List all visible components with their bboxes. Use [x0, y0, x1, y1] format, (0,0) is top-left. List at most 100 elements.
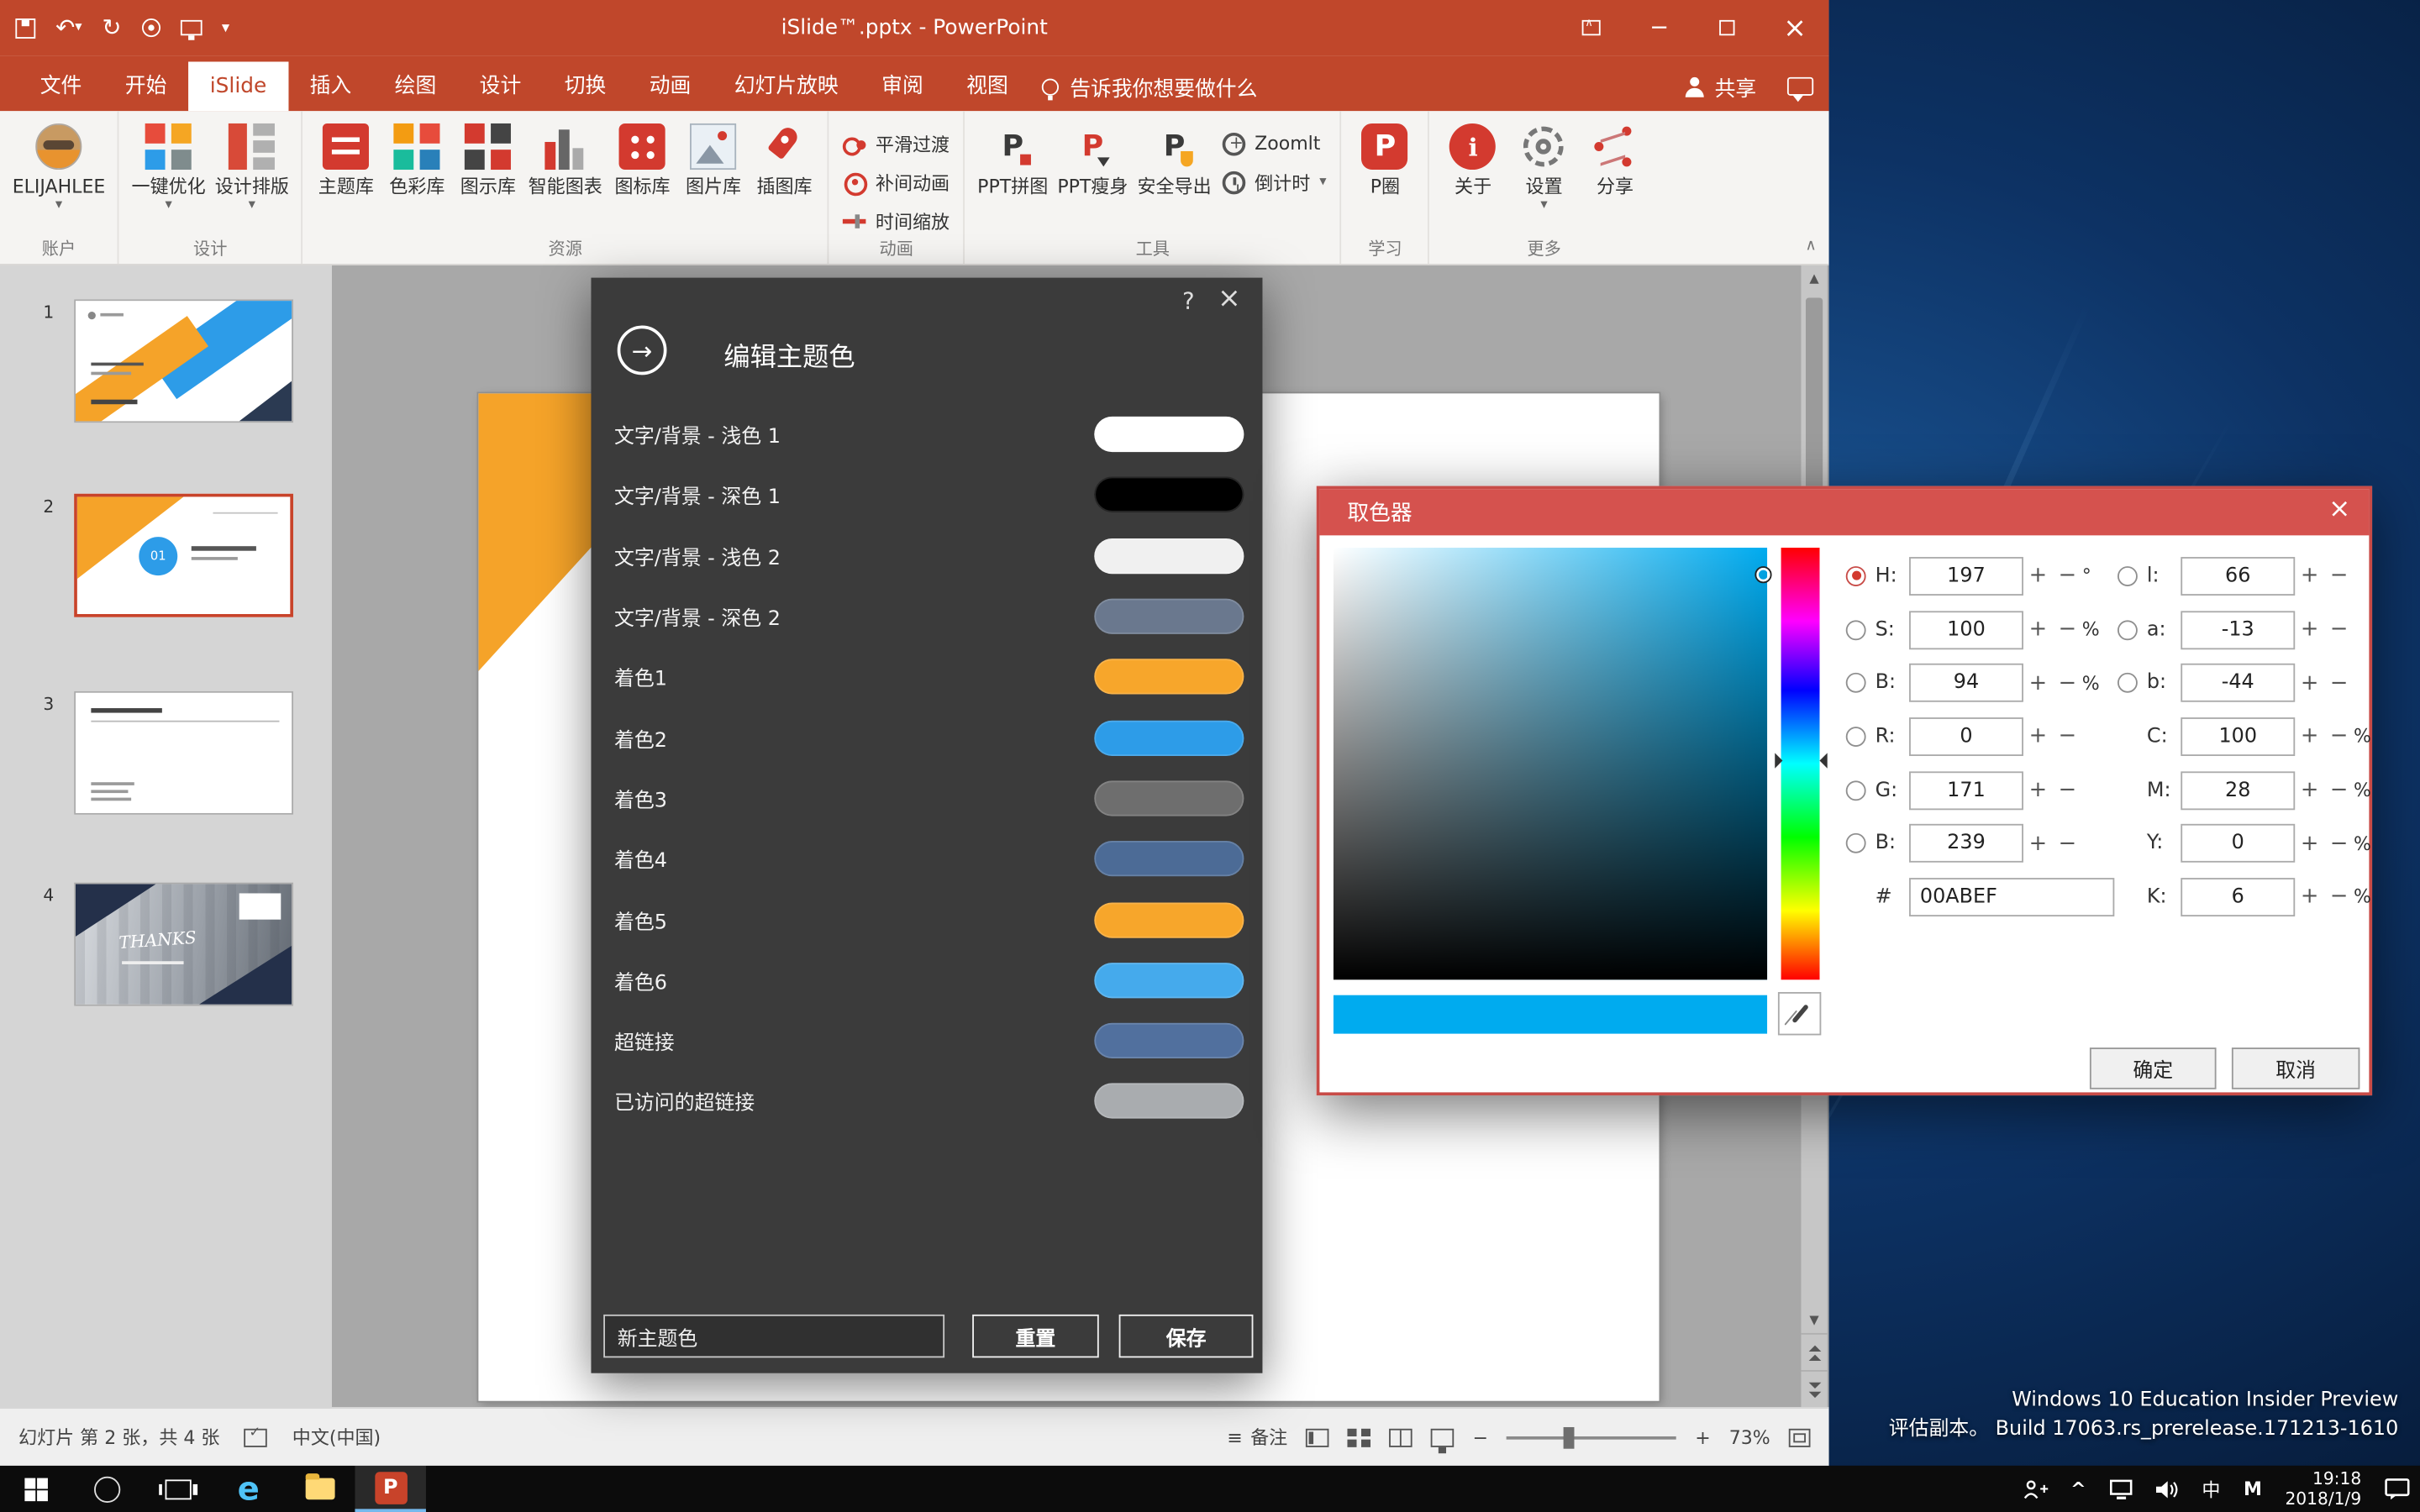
- r-increment[interactable]: +: [2023, 724, 2053, 748]
- tell-me-box[interactable]: 告诉我你想要做什么: [1042, 61, 1257, 111]
- task-view-button[interactable]: [142, 1466, 213, 1512]
- scroll-down-icon[interactable]: ▼: [1801, 1307, 1827, 1333]
- g-increment[interactable]: +: [2023, 778, 2053, 802]
- b-decrement[interactable]: −: [2053, 670, 2082, 695]
- tab-animations[interactable]: 动画: [628, 61, 713, 111]
- channel-radio-b[interactable]: [1846, 673, 1866, 693]
- file-explorer-button[interactable]: [284, 1466, 355, 1512]
- hue-slider-marker-left[interactable]: [1775, 753, 1782, 768]
- hidden-icons-chevron[interactable]: ^: [2070, 1478, 2086, 1500]
- b2-input[interactable]: [1909, 824, 2023, 863]
- theme-color-swatch[interactable]: [1094, 780, 1244, 816]
- design-layout-button[interactable]: 设计排版 ▾: [210, 116, 293, 216]
- notes-toggle[interactable]: ≡ 备注: [1227, 1424, 1287, 1450]
- theme-color-swatch[interactable]: [1094, 599, 1244, 634]
- h-increment[interactable]: +: [2023, 564, 2053, 588]
- hex-input[interactable]: [1909, 878, 2114, 916]
- settings-button[interactable]: 设置 ▾: [1508, 116, 1579, 216]
- collapse-ribbon-icon[interactable]: ∧: [1805, 238, 1816, 255]
- picture-library-button[interactable]: 图片库: [678, 116, 749, 201]
- color-picker-titlebar[interactable]: 取色器 ×: [1319, 489, 2369, 535]
- comment-icon[interactable]: [1787, 77, 1813, 96]
- a-increment[interactable]: +: [2295, 617, 2324, 642]
- cancel-button[interactable]: 取消: [2232, 1047, 2360, 1089]
- r-decrement[interactable]: −: [2053, 724, 2082, 748]
- k-increment[interactable]: +: [2295, 885, 2324, 909]
- h-decrement[interactable]: −: [2053, 564, 2082, 588]
- theme-library-button[interactable]: 主题库: [311, 116, 381, 201]
- slide-thumbnail-1[interactable]: 1: [74, 299, 293, 423]
- b-increment[interactable]: +: [2023, 670, 2053, 695]
- share-islide-button[interactable]: 分享: [1580, 116, 1650, 201]
- p-circle-button[interactable]: P P圈: [1349, 116, 1420, 201]
- color-library-button[interactable]: 色彩库: [381, 116, 452, 201]
- theme-color-swatch[interactable]: [1094, 1084, 1244, 1119]
- ime-indicator[interactable]: 中: [2202, 1476, 2220, 1502]
- k-input[interactable]: [2181, 878, 2295, 916]
- maximize-button[interactable]: [1693, 0, 1761, 55]
- diagram-library-button[interactable]: 图示库: [453, 116, 523, 201]
- ok-button[interactable]: 确定: [2090, 1047, 2217, 1089]
- channel-radio-s[interactable]: [1846, 620, 1866, 640]
- smart-chart-button[interactable]: 智能图表: [523, 116, 607, 201]
- m-increment[interactable]: +: [2295, 778, 2324, 802]
- zoom-level[interactable]: 73%: [1729, 1426, 1770, 1448]
- l-increment[interactable]: +: [2295, 564, 2324, 588]
- minimize-button[interactable]: ─: [1625, 0, 1693, 55]
- tab-insert[interactable]: 插入: [288, 61, 373, 111]
- theme-color-swatch[interactable]: [1094, 841, 1244, 876]
- y-increment[interactable]: +: [2295, 832, 2324, 856]
- start-button[interactable]: [0, 1466, 71, 1512]
- slide-thumbnail-4[interactable]: 4 THANKS: [74, 883, 293, 1006]
- smooth-transition-button[interactable]: 平滑过渡: [843, 127, 950, 160]
- s-decrement[interactable]: −: [2053, 617, 2082, 642]
- selected-thumbnail[interactable]: 01: [74, 494, 293, 617]
- theme-color-swatch[interactable]: [1094, 417, 1244, 452]
- illustration-library-button[interactable]: 插图库: [749, 116, 819, 201]
- tween-animation-button[interactable]: 补间动画: [843, 165, 950, 199]
- countdown-button[interactable]: 倒计时 ▾: [1223, 165, 1327, 199]
- g-input[interactable]: [1909, 771, 2023, 810]
- s-input[interactable]: [1909, 610, 2023, 648]
- cortana-button[interactable]: [71, 1466, 141, 1512]
- b-input[interactable]: [1909, 664, 2023, 702]
- lab-b-decrement[interactable]: −: [2324, 670, 2354, 695]
- tab-view[interactable]: 视图: [944, 61, 1029, 111]
- slide-thumbnail-2[interactable]: 2 01: [74, 494, 293, 617]
- scroll-up-icon[interactable]: ▲: [1801, 265, 1827, 291]
- tab-transitions[interactable]: 切换: [543, 61, 628, 111]
- account-button[interactable]: ELIJAHLEE ▾: [8, 116, 110, 216]
- channel-radio-lab-b[interactable]: [2118, 673, 2138, 693]
- a-decrement[interactable]: −: [2324, 617, 2354, 642]
- close-button[interactable]: ×: [1761, 0, 1829, 55]
- new-theme-name-input[interactable]: [603, 1315, 944, 1357]
- edge-button[interactable]: e: [213, 1466, 283, 1512]
- zoom-slider[interactable]: [1507, 1436, 1676, 1439]
- hue-slider[interactable]: [1781, 548, 1820, 979]
- spellcheck-icon[interactable]: [245, 1428, 268, 1446]
- network-icon[interactable]: [2109, 1479, 2133, 1499]
- c-input[interactable]: [2181, 717, 2295, 756]
- channel-radio-b2[interactable]: [1846, 833, 1866, 853]
- about-button[interactable]: i 关于: [1438, 116, 1508, 201]
- tab-slideshow[interactable]: 幻灯片放映: [713, 61, 860, 111]
- a-input[interactable]: [2181, 610, 2295, 648]
- saturation-brightness-field[interactable]: [1334, 548, 1767, 979]
- k-decrement[interactable]: −: [2324, 885, 2354, 909]
- l-input[interactable]: [2181, 557, 2295, 596]
- h-input[interactable]: [1909, 557, 2023, 596]
- powerpoint-taskbar-button[interactable]: P: [355, 1466, 425, 1512]
- slide-thumbnail-3[interactable]: 3: [74, 691, 293, 815]
- zoomit-button[interactable]: Zoomlt: [1223, 127, 1327, 160]
- theme-color-swatch[interactable]: [1094, 1023, 1244, 1058]
- action-center-icon[interactable]: [2385, 1478, 2411, 1500]
- people-icon[interactable]: [2023, 1479, 2047, 1499]
- tab-home[interactable]: 开始: [103, 61, 188, 111]
- lab-b-input[interactable]: [2181, 664, 2295, 702]
- tab-design[interactable]: 设计: [458, 61, 543, 111]
- color-field-cursor[interactable]: [1754, 566, 1771, 583]
- icon-library-button[interactable]: 图标库: [607, 116, 677, 201]
- zoom-out-button[interactable]: −: [1473, 1426, 1488, 1448]
- slide-counter[interactable]: 幻灯片 第 2 张，共 4 张: [18, 1424, 219, 1450]
- channel-radio-g[interactable]: [1846, 780, 1866, 801]
